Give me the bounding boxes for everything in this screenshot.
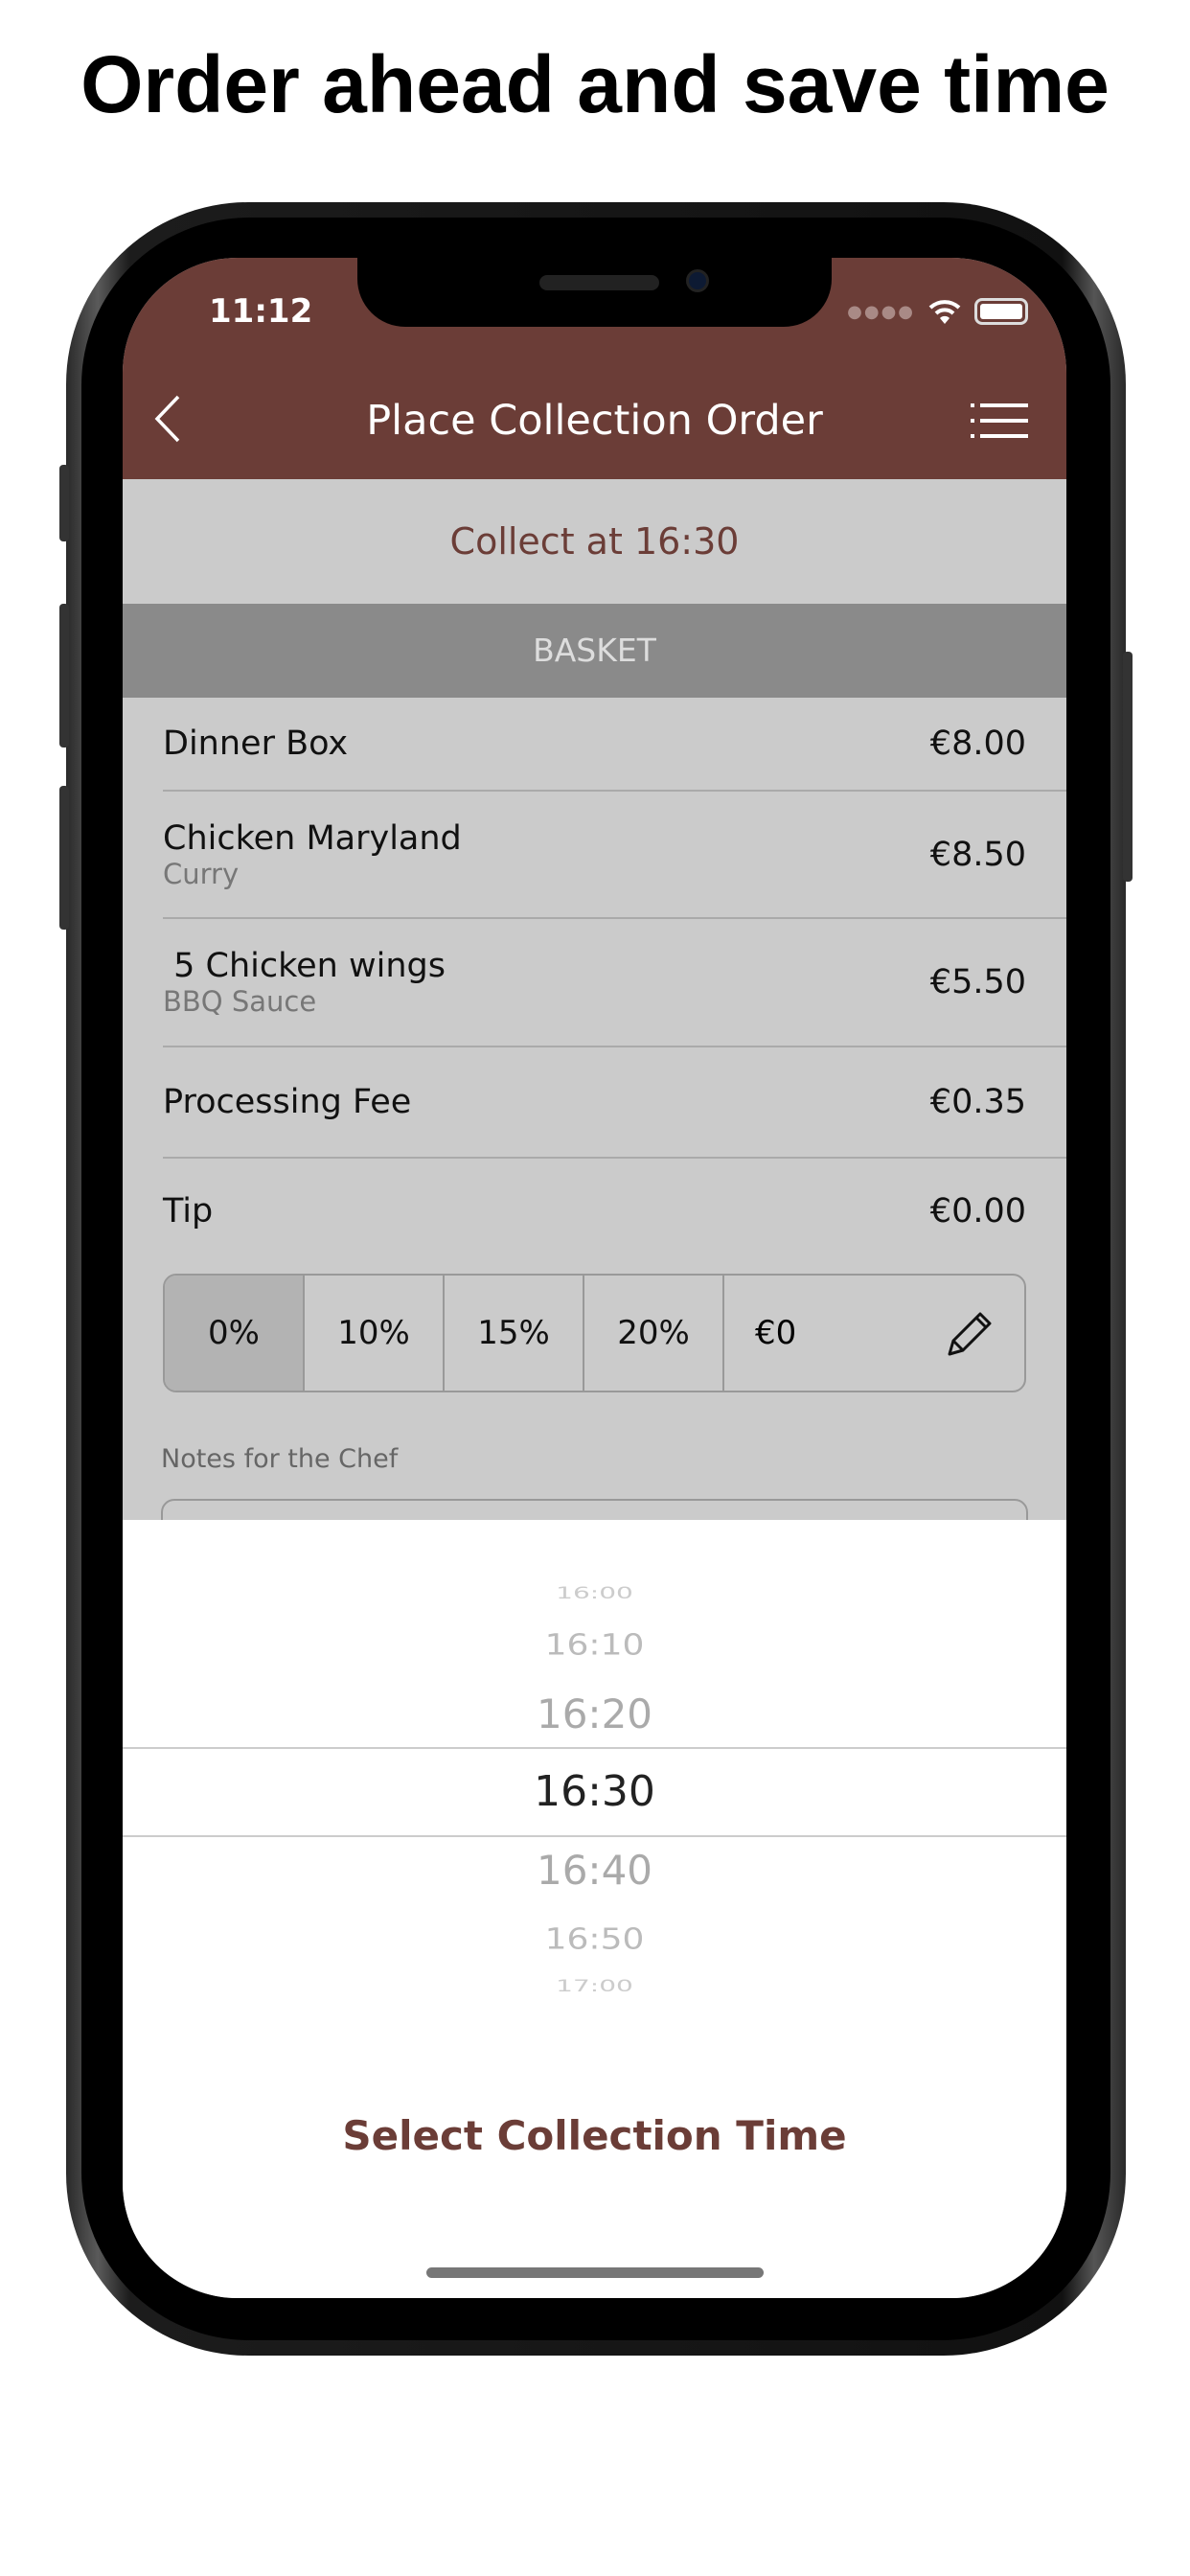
item-price: €8.50	[929, 835, 1026, 874]
volume-down-button	[59, 786, 69, 930]
item-price: €0.35	[929, 1083, 1026, 1121]
tip-option-20[interactable]: 20%	[584, 1276, 724, 1391]
item-price: €5.50	[929, 963, 1026, 1001]
pencil-icon[interactable]	[942, 1306, 995, 1360]
time-picker-sheet: 16:00 16:10 16:20 16:30 16:40 16:50 17:0…	[123, 1520, 1066, 2298]
item-option: BBQ Sauce	[163, 985, 317, 1018]
picker-option[interactable]: 16:00	[123, 1584, 1066, 1603]
collect-time-label[interactable]: Collect at 16:30	[123, 479, 1066, 604]
item-name: 5 Chicken wings	[163, 947, 446, 985]
item-name: Processing Fee	[163, 1083, 412, 1121]
item-name: Tip	[163, 1192, 214, 1230]
select-collection-time-button[interactable]: Select Collection Time	[123, 2112, 1066, 2159]
basket-item[interactable]: Chicken Maryland Curry €8.50	[163, 792, 1066, 919]
power-button	[1123, 652, 1133, 882]
list-menu-icon[interactable]	[971, 402, 1028, 444]
custom-tip-value: €0	[755, 1314, 797, 1352]
custom-tip-input[interactable]: €0	[724, 1276, 1024, 1391]
page-title: Place Collection Order	[366, 397, 823, 445]
tip-option-0[interactable]: 0%	[165, 1276, 305, 1391]
item-price: €0.00	[929, 1192, 1026, 1230]
picker-option[interactable]: 16:50	[123, 1922, 1066, 1956]
tip-selector: 0% 10% 15% 20% €0	[163, 1274, 1026, 1392]
mute-switch	[59, 465, 69, 541]
volume-up-button	[59, 604, 69, 748]
battery-icon	[974, 298, 1028, 325]
app-screen: 11:12 ●●●● Place Collection Order Collec…	[123, 258, 1066, 2298]
tip-option-10[interactable]: 10%	[305, 1276, 445, 1391]
basket-section-header: BASKET	[123, 604, 1066, 698]
picker-selection-bottom	[123, 1835, 1066, 1837]
item-name: Dinner Box	[163, 724, 349, 763]
signal-dots-icon: ●●●●	[847, 301, 915, 322]
picker-option[interactable]: 16:10	[123, 1628, 1066, 1662]
basket-item[interactable]: Dinner Box €8.00	[163, 698, 1066, 792]
picker-selection-top	[123, 1747, 1066, 1749]
processing-fee-row: Processing Fee €0.35	[163, 1047, 1066, 1159]
wifi-icon	[928, 300, 961, 324]
item-option: Curry	[163, 857, 240, 890]
basket-item[interactable]: 5 Chicken wings BBQ Sauce €5.50	[163, 919, 1066, 1047]
tip-row: Tip €0.00	[163, 1159, 1066, 1264]
item-price: €8.00	[929, 724, 1026, 763]
picker-option[interactable]: 17:00	[123, 1977, 1066, 1996]
status-time: 11:12	[209, 292, 313, 331]
item-name: Chicken Maryland	[163, 818, 462, 858]
picker-option[interactable]: 16:40	[123, 1847, 1066, 1894]
notes-label: Notes for the Chef	[161, 1444, 399, 1474]
notch	[357, 258, 832, 327]
tip-option-15[interactable]: 15%	[445, 1276, 584, 1391]
picker-option[interactable]: 16:20	[123, 1690, 1066, 1737]
picker-selected-option[interactable]: 16:30	[123, 1767, 1066, 1816]
headline: Order ahead and save time	[80, 39, 1110, 129]
home-indicator	[426, 2267, 764, 2278]
